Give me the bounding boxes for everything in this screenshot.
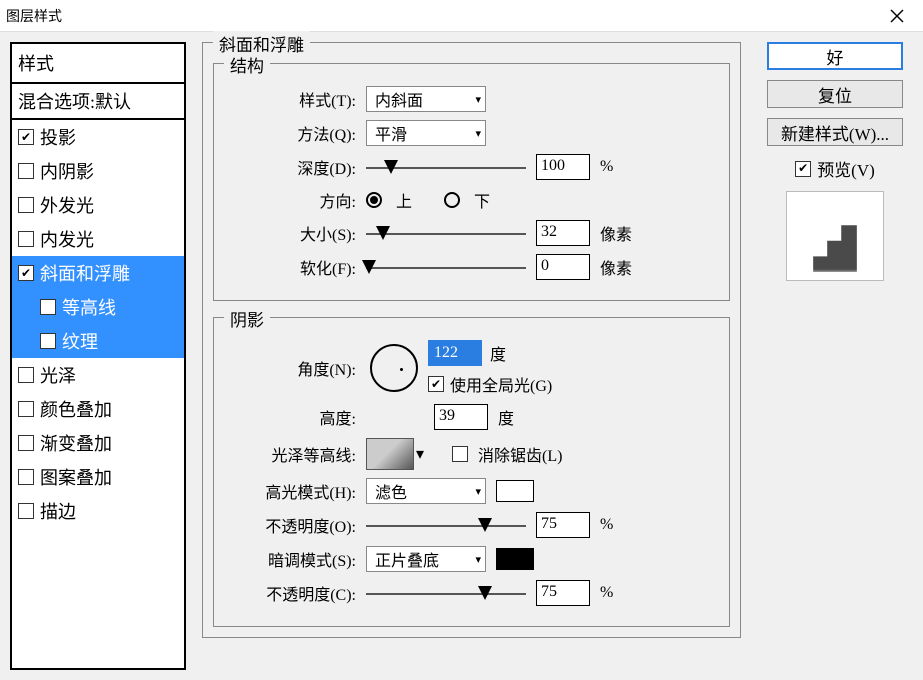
styles-header[interactable]: 样式 (12, 44, 184, 84)
chevron-down-icon: ▾ (475, 127, 481, 140)
chevron-down-icon: ▾ (475, 485, 481, 498)
fx-stroke[interactable]: 描边 (12, 494, 184, 528)
antialias-checkbox[interactable] (452, 446, 468, 462)
size-label: 大小(S): (226, 221, 356, 245)
preview-toggle[interactable]: 预览(V) (795, 156, 875, 181)
reset-button[interactable]: 复位 (767, 80, 903, 108)
close-icon (890, 9, 904, 23)
shading-group: 阴影 角度(N): 122 度 使用全局光(G) (213, 317, 730, 627)
checkbox-icon[interactable] (18, 231, 34, 247)
fx-bevel-emboss[interactable]: 斜面和浮雕 (12, 256, 184, 290)
titlebar: 图层样式 (0, 0, 923, 32)
new-style-button[interactable]: 新建样式(W)... (767, 118, 903, 146)
highlight-mode-select[interactable]: 滤色 ▾ (366, 478, 486, 504)
gloss-contour-label: 光泽等高线: (226, 442, 356, 466)
fx-outer-glow[interactable]: 外发光 (12, 188, 184, 222)
fx-gradient-overlay[interactable]: 渐变叠加 (12, 426, 184, 460)
highlight-opacity-input[interactable]: 75 (536, 512, 590, 538)
structure-group: 结构 样式(T): 内斜面 ▾ 方法(Q): 平滑 ▾ (213, 63, 730, 301)
angle-input[interactable]: 122 (428, 340, 482, 366)
direction-down-radio[interactable] (444, 192, 460, 208)
checkbox-icon[interactable] (18, 367, 34, 383)
shadow-mode-label: 暗调模式(S): (226, 547, 356, 571)
style-label: 样式(T): (226, 87, 356, 111)
global-light-checkbox[interactable] (428, 376, 444, 392)
highlight-opacity-slider[interactable] (366, 514, 526, 536)
checkbox-icon[interactable] (18, 197, 34, 213)
altitude-label: 高度: (226, 405, 356, 429)
checkbox-icon[interactable] (40, 333, 56, 349)
settings-panel: 斜面和浮雕 结构 样式(T): 内斜面 ▾ 方法(Q): 平滑 (202, 42, 741, 670)
bevel-group: 斜面和浮雕 结构 样式(T): 内斜面 ▾ 方法(Q): 平滑 (202, 42, 741, 638)
highlight-mode-label: 高光模式(H): (226, 479, 356, 503)
dialog-body: 样式 混合选项:默认 投影 内阴影 外发光 内发光 斜面和浮雕 等高线 纹理 光… (0, 32, 923, 680)
checkbox-icon[interactable] (18, 469, 34, 485)
fx-pattern-overlay[interactable]: 图案叠加 (12, 460, 184, 494)
checkbox-icon[interactable] (18, 435, 34, 451)
fx-inner-shadow[interactable]: 内阴影 (12, 154, 184, 188)
checkbox-icon[interactable] (18, 265, 34, 281)
preview-thumbnail (786, 191, 884, 281)
checkbox-icon[interactable] (18, 163, 34, 179)
shading-title: 阴影 (224, 306, 270, 331)
close-button[interactable] (879, 2, 915, 30)
styles-panel: 样式 混合选项:默认 投影 内阴影 外发光 内发光 斜面和浮雕 等高线 纹理 光… (10, 42, 186, 670)
window-title: 图层样式 (6, 6, 62, 26)
fx-drop-shadow[interactable]: 投影 (12, 120, 184, 154)
right-panel: 好 复位 新建样式(W)... 预览(V) (757, 42, 913, 670)
soften-label: 软化(F): (226, 255, 356, 279)
style-select[interactable]: 内斜面 ▾ (366, 86, 486, 112)
shadow-opacity-slider[interactable] (366, 582, 526, 604)
depth-label: 深度(D): (226, 155, 356, 179)
fx-contour[interactable]: 等高线 (12, 290, 184, 324)
checkbox-icon[interactable] (18, 401, 34, 417)
layer-style-dialog: 图层样式 样式 混合选项:默认 投影 内阴影 外发光 内发光 斜面和浮雕 等高线… (0, 0, 923, 680)
ok-button[interactable]: 好 (767, 42, 903, 70)
technique-select[interactable]: 平滑 ▾ (366, 120, 486, 146)
technique-label: 方法(Q): (226, 121, 356, 145)
fx-inner-glow[interactable]: 内发光 (12, 222, 184, 256)
size-input[interactable]: 32 (536, 220, 590, 246)
contour-thumbnail-icon (366, 438, 414, 470)
preview-shape-icon (809, 220, 861, 272)
checkbox-icon (795, 161, 811, 177)
gloss-contour-picker[interactable]: ▾ (366, 438, 424, 470)
shadow-mode-select[interactable]: 正片叠底 ▾ (366, 546, 486, 572)
direction-label: 方向: (226, 188, 356, 212)
depth-slider[interactable] (366, 156, 526, 178)
chevron-down-icon: ▾ (475, 553, 481, 566)
chevron-down-icon: ▾ (416, 444, 424, 464)
size-slider[interactable] (366, 222, 526, 244)
depth-input[interactable]: 100 (536, 154, 590, 180)
chevron-down-icon: ▾ (475, 93, 481, 106)
fx-texture[interactable]: 纹理 (12, 324, 184, 358)
fx-color-overlay[interactable]: 颜色叠加 (12, 392, 184, 426)
checkbox-icon[interactable] (40, 299, 56, 315)
fx-satin[interactable]: 光泽 (12, 358, 184, 392)
highlight-opacity-label: 不透明度(O): (226, 513, 356, 537)
altitude-input[interactable]: 39 (434, 404, 488, 430)
shadow-color-swatch[interactable] (496, 548, 534, 570)
angle-label: 角度(N): (226, 356, 356, 380)
checkbox-icon[interactable] (18, 129, 34, 145)
direction-up-radio[interactable] (366, 192, 382, 208)
blend-options[interactable]: 混合选项:默认 (12, 84, 184, 120)
soften-slider[interactable] (366, 256, 526, 278)
shadow-opacity-input[interactable]: 75 (536, 580, 590, 606)
soften-input[interactable]: 0 (536, 254, 590, 280)
shadow-opacity-label: 不透明度(C): (226, 581, 356, 605)
highlight-color-swatch[interactable] (496, 480, 534, 502)
angle-dial[interactable] (370, 344, 418, 392)
checkbox-icon[interactable] (18, 503, 34, 519)
structure-title: 结构 (224, 52, 270, 77)
